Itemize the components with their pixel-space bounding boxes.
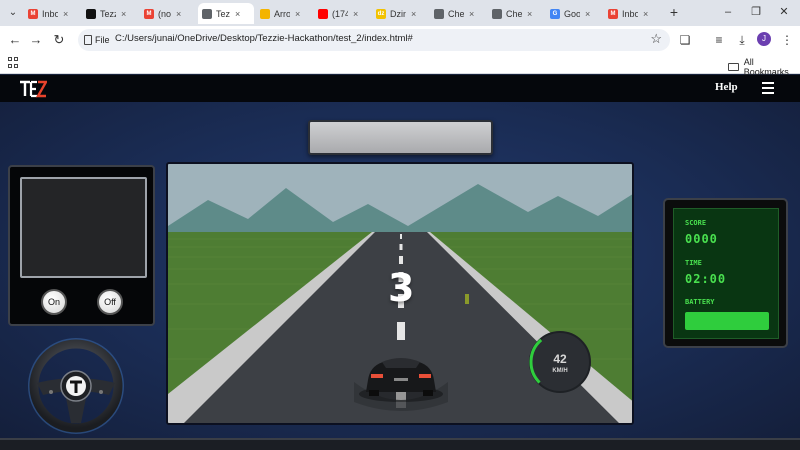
- back-arrow-icon[interactable]: ←: [6, 31, 24, 49]
- stats-screen: SCORE 0000 TIME 02:00 BATTERY: [673, 208, 779, 339]
- browser-tab[interactable]: Tezz ×: [82, 3, 138, 24]
- tab-title: Goo: [564, 8, 580, 19]
- camera-panel: On Off: [8, 165, 155, 326]
- browser-tab[interactable]: Che ×: [488, 3, 544, 24]
- tab-title: Inbo: [42, 8, 58, 19]
- camera-on-button[interactable]: On: [41, 289, 67, 315]
- tab-close-icon[interactable]: ×: [469, 9, 474, 19]
- bookmarks-bar: All Bookmarks: [0, 53, 800, 77]
- time-label: TIME: [685, 259, 702, 267]
- forward-arrow-icon[interactable]: →: [27, 31, 45, 49]
- github-icon: [86, 8, 96, 19]
- new-tab-button[interactable]: +: [666, 4, 682, 20]
- minimize-icon[interactable]: –: [718, 4, 738, 20]
- tab-close-icon[interactable]: ×: [63, 9, 68, 19]
- youtube-icon: [318, 8, 328, 19]
- media-controls-icon[interactable]: ≡: [710, 31, 728, 49]
- tab-title: Che: [448, 8, 464, 19]
- folder-icon: [728, 63, 739, 71]
- apps-grid-icon[interactable]: [8, 57, 20, 69]
- tab-title: Arro: [274, 8, 290, 19]
- emoji-icon: [260, 8, 270, 19]
- dz-icon: dz: [376, 8, 386, 19]
- browser-tab[interactable]: Tez ×: [198, 3, 254, 24]
- tab-title: Dzin: [390, 8, 406, 19]
- steering-wheel[interactable]: [27, 337, 125, 435]
- bookmark-star-icon[interactable]: ☆: [650, 31, 662, 47]
- google-icon: G: [550, 8, 560, 19]
- game-viewport: 3 42 KM/H: [166, 162, 634, 425]
- address-bar[interactable]: File C:/Users/junai/OneDrive/Desktop/Tez…: [78, 29, 670, 51]
- tab-title: Tez: [216, 8, 231, 19]
- globe-icon: [492, 8, 502, 19]
- tab-search-chevron-icon[interactable]: ⌄: [4, 4, 22, 22]
- score-label: SCORE: [685, 219, 707, 227]
- tab-title: (no: [158, 8, 172, 19]
- tab-title: (174: [332, 8, 348, 19]
- close-window-icon[interactable]: ✕: [774, 4, 794, 20]
- tab-close-icon[interactable]: ×: [353, 9, 358, 19]
- speed-unit: KM/H: [552, 368, 568, 374]
- browser-tab[interactable]: Arro ×: [256, 3, 312, 24]
- help-link[interactable]: Help: [715, 81, 738, 93]
- message-display: [308, 120, 493, 155]
- site-info-chip[interactable]: File: [84, 32, 110, 48]
- globe-icon: [202, 8, 212, 19]
- tab-close-icon[interactable]: ×: [176, 9, 181, 19]
- app-header: Help: [0, 75, 800, 102]
- browser-tab[interactable]: Che ×: [430, 3, 486, 24]
- file-icon: [84, 35, 92, 45]
- hamburger-menu-icon[interactable]: [762, 82, 774, 94]
- extensions-icon[interactable]: ❏: [676, 31, 694, 49]
- speed-value: 42: [553, 352, 567, 366]
- browser-tab[interactable]: (174 ×: [314, 3, 370, 24]
- browser-toolbar: ← → ↻ File C:/Users/junai/OneDrive/Deskt…: [0, 26, 800, 53]
- browser-tab[interactable]: M Inbo ×: [604, 3, 660, 24]
- gmail-icon: M: [28, 8, 38, 19]
- road-obstacle: [465, 294, 469, 304]
- battery-fill: [685, 312, 769, 330]
- menu-kebab-icon[interactable]: ⋮: [778, 31, 796, 49]
- globe-icon: [434, 8, 444, 19]
- browser-tab[interactable]: G Goo ×: [546, 3, 602, 24]
- url-text[interactable]: C:/Users/junai/OneDrive/Desktop/Tezzie-H…: [115, 33, 413, 44]
- tab-close-icon[interactable]: ×: [527, 9, 532, 19]
- score-value: 0000: [685, 232, 718, 246]
- gmail-icon: M: [144, 8, 154, 19]
- camera-feed: [20, 177, 147, 278]
- profile-avatar[interactable]: J: [757, 32, 771, 46]
- tab-title: Che: [506, 8, 522, 19]
- tab-close-icon[interactable]: ×: [295, 9, 300, 19]
- browser-tab[interactable]: M Inbo ×: [24, 3, 80, 24]
- restore-icon[interactable]: ❐: [746, 4, 766, 20]
- tab-close-icon[interactable]: ×: [585, 9, 590, 19]
- all-bookmarks-label: All Bookmarks: [743, 57, 789, 77]
- stats-panel: SCORE 0000 TIME 02:00 BATTERY: [663, 198, 788, 348]
- battery-bar: [685, 312, 769, 330]
- page-bottom-edge: [0, 438, 800, 450]
- scheme-label: File: [95, 35, 110, 45]
- all-bookmarks-button[interactable]: All Bookmarks: [728, 57, 800, 77]
- tab-close-icon[interactable]: ×: [643, 9, 648, 19]
- tab-close-icon[interactable]: ×: [235, 9, 240, 19]
- battery-label: BATTERY: [685, 298, 715, 306]
- tab-close-icon[interactable]: ×: [411, 9, 416, 19]
- browser-tab[interactable]: dz Dzin ×: [372, 3, 428, 24]
- camera-off-button[interactable]: Off: [97, 289, 123, 315]
- browser-tab[interactable]: M (no ×: [140, 3, 196, 24]
- gmail-icon: M: [608, 8, 618, 19]
- tezzie-logo[interactable]: [19, 79, 47, 99]
- tab-title: Inbo: [622, 8, 638, 19]
- time-value: 02:00: [685, 272, 727, 286]
- tab-title: Tezz: [100, 8, 116, 19]
- browser-tab-strip: ⌄ MInbo×Tezz×M(no×Tez×Arro×(174×dzDzin×C…: [0, 0, 800, 26]
- countdown-text: 3: [388, 266, 415, 310]
- download-icon[interactable]: ⤓: [733, 31, 751, 49]
- tab-close-icon[interactable]: ×: [121, 9, 126, 19]
- reload-icon[interactable]: ↻: [50, 31, 68, 49]
